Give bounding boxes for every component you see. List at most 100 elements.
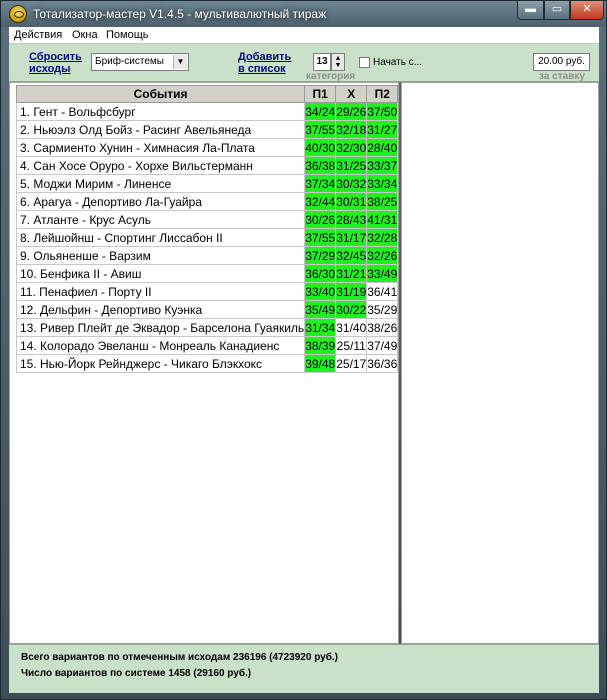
outcome-cell-x[interactable]: 32/18 xyxy=(335,120,368,139)
outcome-cell-x[interactable]: 31/21 xyxy=(335,264,368,283)
outcome-cell-p2[interactable]: 31/27 xyxy=(366,120,399,139)
outcome-cell-p2[interactable]: 32/28 xyxy=(366,228,399,247)
outcome-cell-p2[interactable]: 33/34 xyxy=(366,174,399,193)
outcome-cell-x[interactable]: 31/40 xyxy=(335,318,368,337)
outcome-cell-p2[interactable]: 33/37 xyxy=(366,156,399,175)
app-window: Тотализатор-мастер V1.4.5 - мультивалютн… xyxy=(0,0,607,700)
stake-input[interactable]: 20.00 руб. xyxy=(533,53,590,71)
menu-help[interactable]: Помощь xyxy=(106,29,149,41)
header-events: События xyxy=(15,85,306,103)
outcome-cell-p1[interactable]: 33/40 xyxy=(304,282,337,301)
event-name: 8. Лейшойнш - Спортинг Лиссабон II xyxy=(15,228,306,247)
table-row: 14. Колорадо Эвеланш - Монреаль Канадиен… xyxy=(15,336,399,355)
outcome-cell-x[interactable]: 28/43 xyxy=(335,210,368,229)
variants-pane xyxy=(401,82,599,644)
reset-outcomes-link[interactable]: Сбросить исходы xyxy=(29,51,82,75)
status-panel: Всего вариантов по отмеченным исходам 23… xyxy=(9,644,599,693)
event-name: 6. Арагуа - Депортиво Ла-Гуайра xyxy=(15,192,306,211)
table-row: 4. Сан Хосе Оруро - Хорхе Вильстерманн 36… xyxy=(15,156,399,175)
outcome-cell-p1[interactable]: 34/24 xyxy=(304,102,337,121)
table-row: 13. Ривер Плейт де Эквадор - Барселона Г… xyxy=(15,318,399,337)
outcome-cell-p1[interactable]: 31/34 xyxy=(304,318,337,337)
header-p1: П1 xyxy=(304,85,337,103)
outcome-cell-p1[interactable]: 30/26 xyxy=(304,210,337,229)
category-input[interactable]: 13 xyxy=(313,53,331,71)
outcome-cell-x[interactable]: 31/25 xyxy=(335,156,368,175)
add-link-line1: Добавить xyxy=(238,51,292,63)
stepper-down-icon[interactable]: ▼ xyxy=(332,62,344,69)
outcome-cell-x[interactable]: 25/11 xyxy=(335,336,368,355)
app-logo-icon xyxy=(9,5,27,23)
outcome-cell-p2[interactable]: 38/25 xyxy=(366,192,399,211)
outcome-cell-p1[interactable]: 37/55 xyxy=(304,120,337,139)
event-name: 5. Моджи Мирим - Линенсе xyxy=(15,174,306,193)
table-header-row: События П1 Х П2 xyxy=(15,85,399,103)
maximize-button[interactable]: ▭ xyxy=(544,1,570,20)
outcome-cell-p1[interactable]: 35/49 xyxy=(304,300,337,319)
event-name: 3. Сармиенто Хунин - Химнасия Ла-Плата xyxy=(15,138,306,157)
events-table: События П1 Х П2 1. Гент - Вольфсбург 34/2… xyxy=(15,85,399,373)
table-row: 3. Сармиенто Хунин - Химнасия Ла-Плата 40… xyxy=(15,138,399,157)
table-row: 2. Ньюэлз Олд Бойз - Расинг Авельянеда 37… xyxy=(15,120,399,139)
system-select[interactable]: Бриф-системы ▼ xyxy=(91,53,189,71)
header-p2: П2 xyxy=(366,85,399,103)
outcome-cell-p1[interactable]: 37/29 xyxy=(304,246,337,265)
table-row: 6. Арагуа - Депортиво Ла-Гуайра 32/44 30/3… xyxy=(15,192,399,211)
menu-windows[interactable]: Окна xyxy=(72,29,98,41)
outcome-cell-p1[interactable]: 32/44 xyxy=(304,192,337,211)
outcome-cell-p2[interactable]: 35/29 xyxy=(366,300,399,319)
events-pane: События П1 Х П2 1. Гент - Вольфсбург 34/2… xyxy=(9,82,399,644)
menu-bar: Действия Окна Помощь xyxy=(9,27,599,44)
outcome-cell-p2[interactable]: 36/41 xyxy=(366,282,399,301)
table-row: 10. Бенфика II - Авиш 36/30 31/21 33/49 xyxy=(15,264,399,283)
outcome-cell-p1[interactable]: 40/30 xyxy=(304,138,337,157)
outcome-cell-p1[interactable]: 37/34 xyxy=(304,174,337,193)
outcome-cell-x[interactable]: 30/31 xyxy=(335,192,368,211)
event-name: 13. Ривер Плейт де Эквадор - Барселона Г… xyxy=(15,318,306,337)
outcome-cell-p2[interactable]: 33/49 xyxy=(366,264,399,283)
outcome-cell-p1[interactable]: 36/30 xyxy=(304,264,337,283)
outcome-cell-x[interactable]: 29/26 xyxy=(335,102,368,121)
chevron-down-icon[interactable]: ▼ xyxy=(173,55,187,69)
outcome-cell-p1[interactable]: 38/39 xyxy=(304,336,337,355)
reset-link-line1: Сбросить xyxy=(29,51,82,63)
add-link-line2: в список xyxy=(238,63,286,75)
outcome-cell-x[interactable]: 31/17 xyxy=(335,228,368,247)
outcome-cell-p2[interactable]: 28/40 xyxy=(366,138,399,157)
menu-actions[interactable]: Действия xyxy=(14,29,62,41)
event-name: 4. Сан Хосе Оруро - Хорхе Вильстерманн xyxy=(15,156,306,175)
outcome-cell-p1[interactable]: 39/48 xyxy=(304,354,337,373)
outcome-cell-p2[interactable]: 38/26 xyxy=(366,318,399,337)
outcome-cell-x[interactable]: 30/32 xyxy=(335,174,368,193)
minimize-button[interactable]: ▬ xyxy=(517,1,544,20)
outcome-cell-x[interactable]: 31/19 xyxy=(335,282,368,301)
add-to-list-link[interactable]: Добавить в список xyxy=(238,51,291,75)
title-bar[interactable]: Тотализатор-мастер V1.4.5 - мультивалютн… xyxy=(1,1,606,27)
event-name: 2. Ньюэлз Олд Бойз - Расинг Авельянеда xyxy=(15,120,306,139)
outcome-cell-p2[interactable]: 37/49 xyxy=(366,336,399,355)
outcome-cell-p1[interactable]: 37/55 xyxy=(304,228,337,247)
toolbar: Сбросить исходы Бриф-системы ▼ Добавить … xyxy=(9,44,599,82)
start-from-label[interactable]: Начать с... xyxy=(373,57,422,68)
outcome-cell-x[interactable]: 25/17 xyxy=(335,354,368,373)
event-name: 12. Дельфин - Депортиво Куэнка xyxy=(15,300,306,319)
system-select-value: Бриф-системы xyxy=(95,56,164,67)
category-stepper[interactable]: ▲ ▼ xyxy=(331,53,345,71)
outcome-cell-x[interactable]: 30/22 xyxy=(335,300,368,319)
outcome-cell-p2[interactable]: 37/50 xyxy=(366,102,399,121)
event-name: 10. Бенфика II - Авиш xyxy=(15,264,306,283)
system-variants-text: Число вариантов по системе 1458 (29160 р… xyxy=(21,668,252,679)
table-row: 1. Гент - Вольфсбург 34/24 29/26 37/50 xyxy=(15,102,399,121)
outcome-cell-p2[interactable]: 36/36 xyxy=(366,354,399,373)
outcome-cell-p2[interactable]: 32/26 xyxy=(366,246,399,265)
table-row: 5. Моджи Мирим - Линенсе 37/34 30/32 33/34 xyxy=(15,174,399,193)
outcome-cell-p2[interactable]: 41/31 xyxy=(366,210,399,229)
outcome-cell-x[interactable]: 32/30 xyxy=(335,138,368,157)
category-label: категория xyxy=(306,71,356,82)
start-from-checkbox[interactable] xyxy=(359,57,370,68)
event-name: 11. Пенафиел - Порту II xyxy=(15,282,306,301)
close-button[interactable]: ✕ xyxy=(570,1,604,20)
outcome-cell-p1[interactable]: 36/38 xyxy=(304,156,337,175)
outcome-cell-x[interactable]: 32/45 xyxy=(335,246,368,265)
stepper-up-icon[interactable]: ▲ xyxy=(332,55,344,62)
